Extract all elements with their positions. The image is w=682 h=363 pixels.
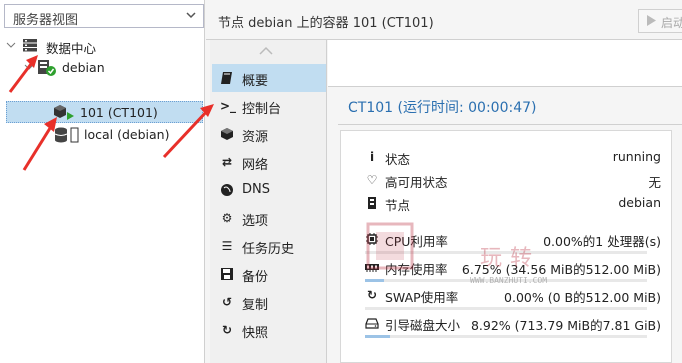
server-stack-icon bbox=[23, 39, 37, 52]
gear-icon: ⚙ bbox=[221, 211, 233, 225]
status-value: running bbox=[612, 149, 661, 164]
history-icon: ↻ bbox=[221, 323, 233, 337]
ha-row: ♡ 高可用状态 无 bbox=[365, 170, 661, 190]
nav-label-options: 选项 bbox=[242, 214, 269, 229]
watermark-text: 玩转 bbox=[480, 246, 541, 271]
nav-item-network[interactable]: ⇄ 网络 bbox=[212, 148, 326, 176]
building-icon bbox=[365, 196, 379, 210]
chevron-down-icon bbox=[186, 12, 196, 19]
nav-item-options[interactable]: ⚙ 选项 bbox=[212, 204, 326, 232]
swap-label: SWAP使用率 bbox=[385, 290, 459, 305]
watermark-seal-icon bbox=[366, 222, 414, 270]
node-label: 节点 bbox=[385, 198, 411, 213]
nav-label-snapshots: 快照 bbox=[242, 326, 269, 341]
tree-item-datacenter[interactable]: 数据中心 bbox=[6, 35, 202, 57]
refresh-icon: ↻ bbox=[366, 288, 378, 302]
disk-value: 8.92% (713.79 MiB的7.81 GiB) bbox=[470, 318, 661, 333]
nav-item-summary[interactable]: 概要 bbox=[212, 64, 326, 92]
nav-item-resources[interactable]: 资源 bbox=[212, 120, 326, 148]
nav-label-network: 网络 bbox=[242, 158, 269, 173]
nav-label-summary: 概要 bbox=[242, 74, 269, 89]
tree-item-node[interactable]: debian bbox=[6, 57, 202, 79]
cube-icon bbox=[220, 127, 234, 141]
list-icon: ☰ bbox=[221, 239, 233, 253]
tree-label-container: 101 (CT101) bbox=[80, 105, 158, 120]
storage-icon bbox=[54, 127, 79, 143]
page-header: 节点 debian 上的容器 101 (CT101) 启动 bbox=[206, 0, 682, 40]
swap-value: 0.00% (0 B的512.00 MiB) bbox=[504, 290, 661, 305]
summary-content: CT101 (运行时间: 00:00:47) i 状态 running ♡ 高可… bbox=[328, 40, 682, 363]
nav-item-replication[interactable]: ↺ 复制 bbox=[212, 288, 326, 316]
terminal-icon: >_ bbox=[220, 99, 237, 113]
disk-label: 引导磁盘大小 bbox=[385, 318, 461, 333]
nav-label-task-history: 任务历史 bbox=[242, 242, 295, 257]
side-nav: 概要 >_ 控制台 资源 ⇄ 网络 DNS ⚙ 选项 ☰ 任务历史 备份 ↺ 复… bbox=[210, 40, 327, 363]
swap-usage-bar bbox=[365, 307, 647, 310]
book-icon bbox=[220, 71, 234, 85]
nav-label-replication: 复制 bbox=[242, 298, 269, 313]
nav-item-backup[interactable]: 备份 bbox=[212, 260, 326, 288]
watermark-url: WWW.BANZHUTI.COM bbox=[470, 276, 548, 285]
floppy-icon bbox=[220, 267, 234, 281]
retweet-icon: ↺ bbox=[221, 295, 233, 309]
ha-value: 无 bbox=[648, 175, 661, 190]
page-title: 节点 debian 上的容器 101 (CT101) bbox=[218, 16, 434, 31]
tree-label-storage: local (debian) bbox=[84, 127, 170, 142]
nav-label-resources: 资源 bbox=[242, 130, 269, 145]
nav-item-dns[interactable]: DNS bbox=[212, 176, 326, 204]
nav-item-task-history[interactable]: ☰ 任务历史 bbox=[212, 232, 326, 260]
nav-item-console[interactable]: >_ 控制台 bbox=[212, 92, 326, 120]
disk-row: 引导磁盘大小 8.92% (713.79 MiB的7.81 GiB) bbox=[365, 313, 661, 333]
status-row: i 状态 running bbox=[365, 147, 661, 167]
ha-label: 高可用状态 bbox=[385, 175, 448, 190]
resource-tree-panel: 服务器视图 数据中心 debian 101 (CT101) local (deb… bbox=[0, 0, 205, 363]
node-value: debian bbox=[618, 195, 661, 210]
view-selector-value: 服务器视图 bbox=[13, 13, 79, 28]
play-icon bbox=[647, 15, 656, 26]
tree-item-storage[interactable]: local (debian) bbox=[6, 124, 202, 146]
nav-item-snapshots[interactable]: ↻ 快照 bbox=[212, 316, 326, 344]
heartbeat-icon: ♡ bbox=[366, 173, 378, 187]
memory-usage-fill bbox=[365, 279, 385, 282]
container-header: CT101 (运行时间: 00:00:47) bbox=[338, 87, 682, 125]
container-title: CT101 (运行时间: 00:00:47) bbox=[348, 100, 537, 116]
view-selector[interactable]: 服务器视图 bbox=[4, 4, 204, 28]
globe-icon bbox=[220, 183, 234, 197]
scroll-up-icon[interactable] bbox=[258, 46, 274, 56]
tree-label-datacenter: 数据中心 bbox=[46, 41, 97, 56]
tree-label-node: debian bbox=[62, 60, 105, 75]
content-toolbar bbox=[328, 40, 682, 87]
disk-usage-fill bbox=[365, 335, 391, 338]
tree-item-container-101[interactable]: 101 (CT101) bbox=[6, 101, 203, 123]
start-button-label: 启动 bbox=[661, 16, 682, 30]
collapse-toggle-icon[interactable] bbox=[24, 62, 34, 72]
status-label: 状态 bbox=[385, 152, 411, 167]
disk-usage-bar bbox=[365, 335, 647, 338]
node-row: 节点 debian bbox=[365, 193, 661, 213]
info-icon: i bbox=[369, 150, 375, 164]
collapse-toggle-icon[interactable] bbox=[6, 40, 16, 50]
container-running-icon bbox=[54, 105, 74, 120]
nav-label-dns: DNS bbox=[242, 182, 270, 197]
swap-row: ↻ SWAP使用率 0.00% (0 B的512.00 MiB) bbox=[365, 285, 661, 305]
nav-label-console: 控制台 bbox=[242, 102, 282, 117]
exchange-icon: ⇄ bbox=[221, 155, 233, 169]
nav-label-backup: 备份 bbox=[242, 270, 269, 285]
hdd-icon bbox=[365, 316, 379, 330]
node-online-icon bbox=[38, 60, 56, 76]
start-button[interactable]: 启动 bbox=[638, 9, 682, 33]
cpu-value: 0.00%的1 处理器(s) bbox=[543, 234, 661, 249]
